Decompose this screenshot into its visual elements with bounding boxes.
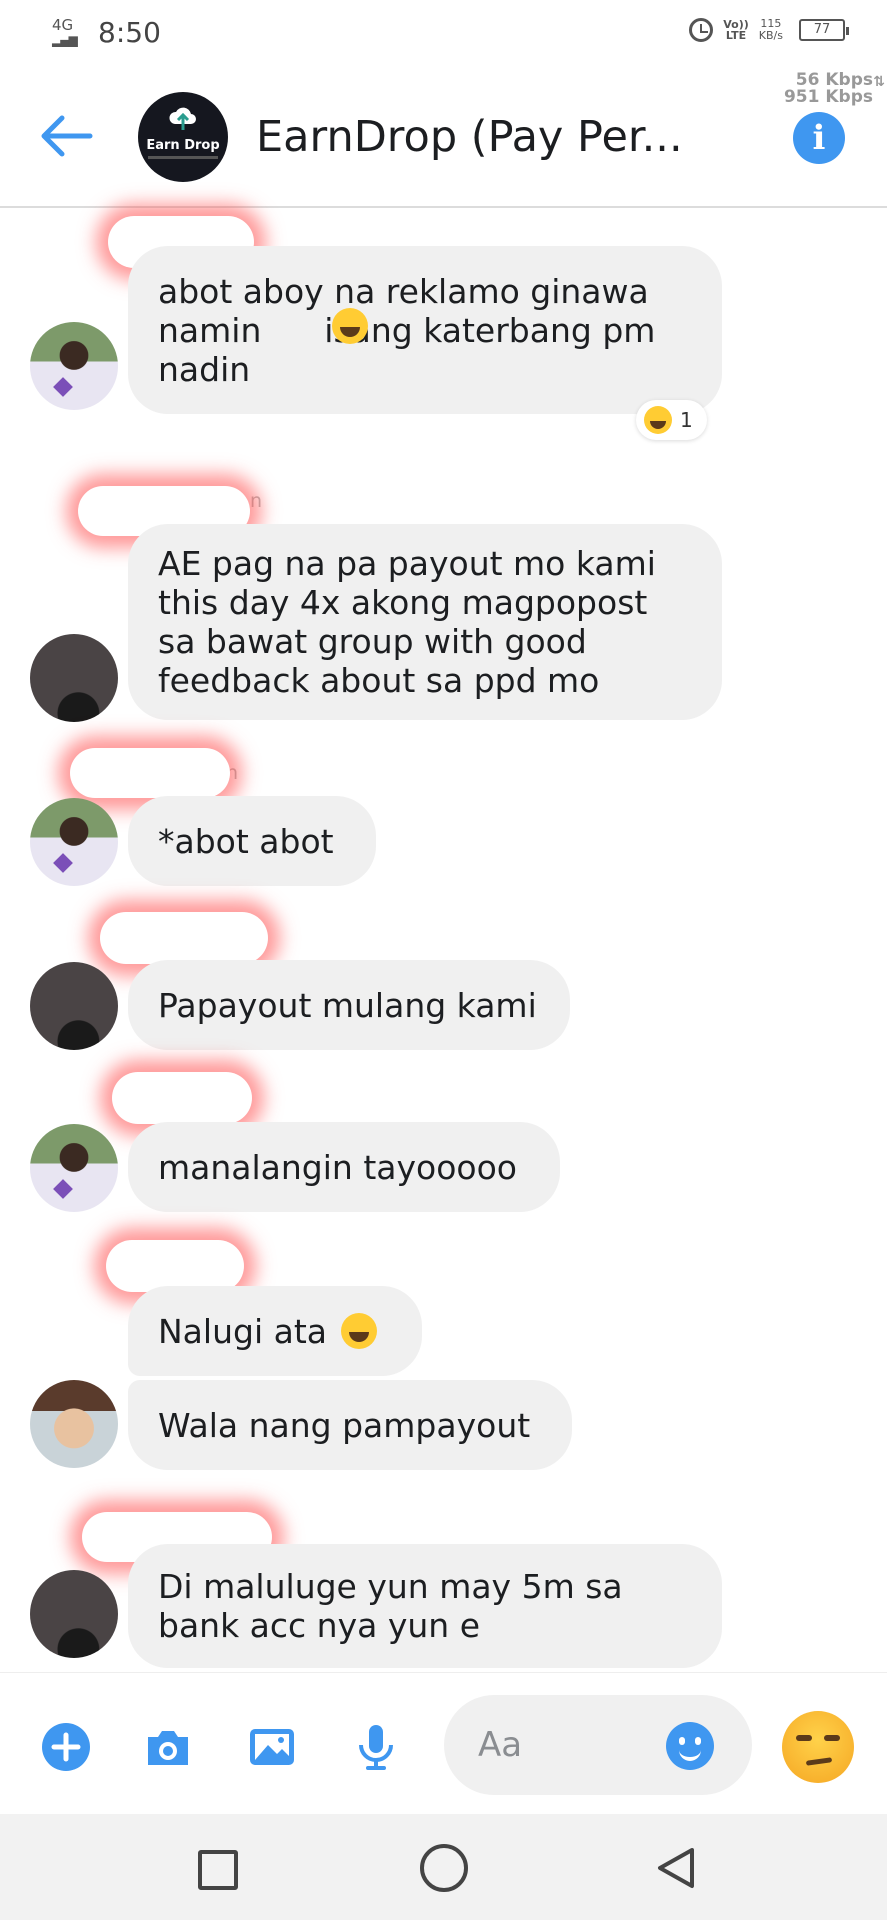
message-text: AE pag na pa payout mo kami this day 4x … [158, 544, 656, 700]
reaction-count: 1 [680, 408, 693, 432]
group-avatar[interactable]: Earn Drop [138, 92, 228, 182]
chat-title[interactable]: EarnDrop (Pay Per... [256, 112, 683, 162]
microphone-icon [359, 1725, 393, 1770]
data-speed-unit: KB/s [758, 29, 783, 42]
redacted-sender-name [106, 1240, 244, 1292]
quick-emoji-button[interactable] [782, 1711, 854, 1783]
network-type: 4G [52, 16, 74, 34]
status-right-group: Vo)) LTE 115 KB/s 77 [689, 18, 849, 42]
network-indicator: 4G ▂▄▆ [52, 16, 78, 48]
back-arrow-icon [41, 115, 93, 157]
chat-header: Earn Drop EarnDrop (Pay Per... i [0, 66, 887, 208]
sender-avatar[interactable] [30, 1380, 118, 1468]
camera-icon [148, 1731, 188, 1765]
message-text: abot aboy na reklamo ginawa namin isang … [158, 271, 656, 389]
voice-button[interactable] [350, 1721, 402, 1773]
message-bubble[interactable]: AE pag na pa payout mo kami this day 4x … [128, 524, 722, 720]
plus-icon [42, 1723, 90, 1771]
message-text: Papayout mulang kami [158, 985, 537, 1025]
sender-avatar[interactable] [30, 634, 118, 722]
message-bubble[interactable]: Wala nang pampayout [128, 1380, 572, 1470]
battery-icon: 77 [799, 19, 849, 41]
system-back-button[interactable] [652, 1844, 700, 1892]
volte-bottom: LTE [725, 29, 747, 42]
redacted-sender-name [70, 748, 230, 798]
message-bubble[interactable]: *abot abot [128, 796, 376, 886]
redacted-sender-name [112, 1072, 252, 1124]
message-bubble[interactable]: abot aboy na reklamo ginawa namin isang … [128, 246, 722, 414]
info-icon: i [812, 118, 826, 158]
plus-button[interactable] [40, 1721, 92, 1773]
recents-icon[interactable] [198, 1850, 238, 1890]
cloud-upload-icon [169, 107, 196, 130]
home-icon[interactable] [420, 1844, 468, 1892]
sender-avatar[interactable] [30, 1124, 118, 1212]
message-input-placeholder: Aa [478, 1725, 523, 1765]
sender-avatar[interactable] [30, 1570, 118, 1658]
message-list[interactable]: abot aboy na reklamo ginawa namin isang … [0, 210, 887, 1670]
message-bubble[interactable]: manalangin tayooooo [128, 1122, 560, 1212]
gallery-button[interactable] [246, 1721, 298, 1773]
message-composer: Aa [0, 1672, 887, 1814]
status-bar: 4G ▂▄▆ 8:50 Vo)) LTE 115 KB/s 77 [0, 0, 887, 66]
message-text: Wala nang pampayout [158, 1405, 531, 1445]
redacted-sender-name [100, 912, 268, 964]
camera-button[interactable] [142, 1721, 194, 1773]
back-button[interactable] [38, 114, 94, 158]
avatar-logo-text: Earn Drop [146, 138, 220, 153]
sender-avatar[interactable] [30, 322, 118, 410]
signal-icon: ▂▄▆ [52, 33, 78, 47]
status-time: 8:50 [98, 16, 161, 49]
info-button[interactable]: i [793, 112, 845, 164]
message-bubble[interactable]: Di maluluge yun may 5m sa bank acc nya y… [128, 1544, 722, 1668]
message-input[interactable]: Aa [444, 1695, 752, 1795]
message-text: *abot abot [158, 821, 334, 861]
sender-name-tail: n [250, 490, 263, 512]
laughing-reaction-icon [644, 406, 672, 434]
message-text: Nalugi ata [158, 1311, 327, 1351]
data-speed: 115 KB/s [759, 18, 783, 42]
emoji-picker-icon[interactable] [666, 1722, 714, 1770]
avatar-logo-tagline [148, 156, 218, 159]
gallery-icon [250, 1729, 294, 1765]
laughing-emoji-icon [332, 308, 368, 344]
sender-avatar[interactable] [30, 962, 118, 1050]
message-bubble[interactable]: Papayout mulang kami [128, 960, 570, 1050]
message-bubble[interactable]: Nalugi ata [128, 1286, 422, 1376]
tears-of-joy-emoji-icon [340, 1313, 377, 1349]
reaction-badge[interactable]: 1 [636, 400, 707, 440]
message-text: manalangin tayooooo [158, 1147, 517, 1187]
alarm-icon [689, 18, 714, 42]
triangle-back-icon [658, 1848, 694, 1888]
sender-avatar[interactable] [30, 798, 118, 886]
volte-indicator: Vo)) LTE [723, 19, 749, 41]
system-navigation-bar [0, 1814, 887, 1920]
message-text: Di maluluge yun may 5m sa bank acc nya y… [158, 1567, 623, 1645]
